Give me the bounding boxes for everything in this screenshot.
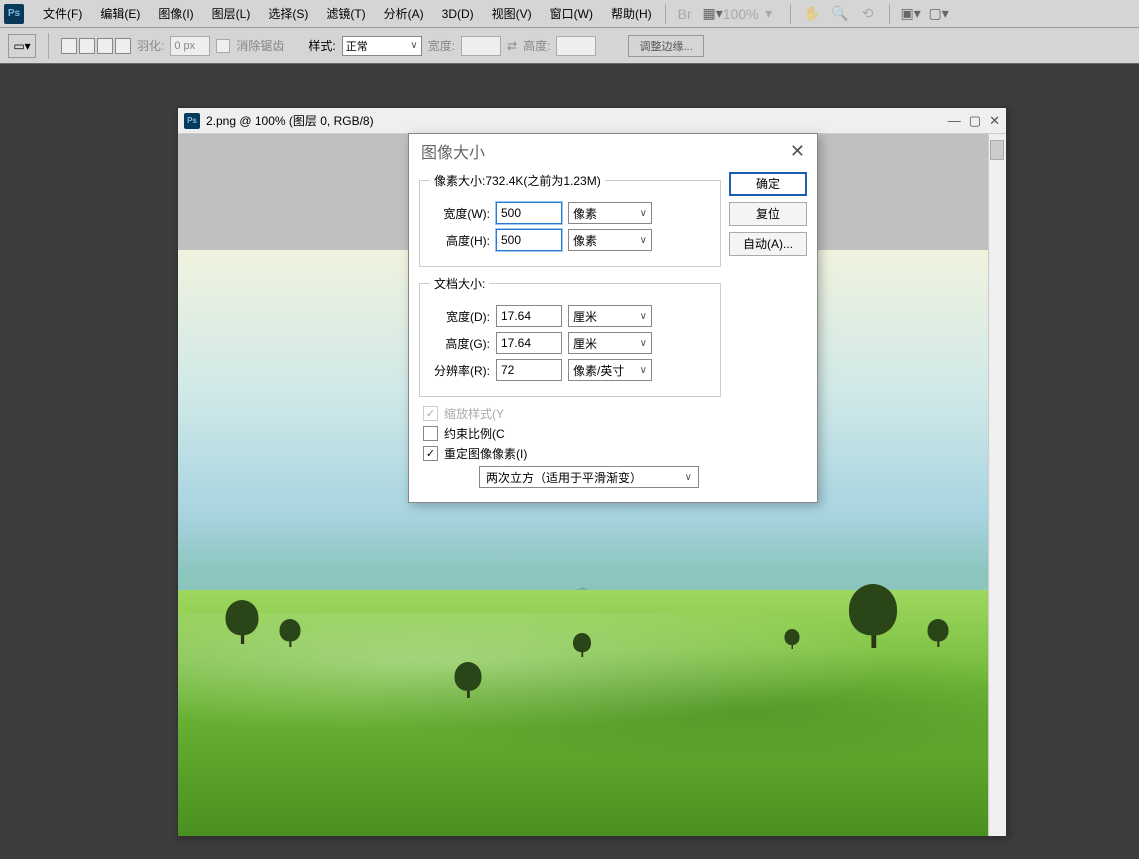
menu-analysis[interactable]: 分析(A) <box>375 5 433 22</box>
doc-height-label: 高度(G): <box>430 335 490 352</box>
doc-width-unit-select[interactable]: 厘米∨ <box>568 305 652 327</box>
height-input <box>556 36 596 56</box>
selection-subtract-icon[interactable] <box>97 38 113 54</box>
pixel-dimensions-group: 像素大小:732.4K(之前为1.23M) 宽度(W): 像素∨ 高度(H): … <box>419 172 721 267</box>
resolution-label: 分辨率(R): <box>430 362 490 379</box>
bridge-icon[interactable]: Br <box>674 4 696 24</box>
height-label: 高度: <box>523 37 550 54</box>
style-label: 样式: <box>308 37 335 54</box>
menu-view[interactable]: 视图(V) <box>483 5 541 22</box>
doc-width-label: 宽度(D): <box>430 308 490 325</box>
menu-layer[interactable]: 图层(L) <box>203 5 260 22</box>
screenmode2-icon[interactable]: ▢▾ <box>928 4 950 24</box>
menu-image[interactable]: 图像(I) <box>149 5 202 22</box>
selection-new-icon[interactable] <box>61 38 77 54</box>
scroll-thumb[interactable] <box>990 140 1004 160</box>
document-title: 2.png @ 100% (图层 0, RGB/8) <box>206 112 374 129</box>
selection-add-icon[interactable] <box>79 38 95 54</box>
doc-height-input[interactable] <box>496 332 562 354</box>
menu-filter[interactable]: 滤镜(T) <box>317 5 374 22</box>
vertical-scrollbar[interactable] <box>988 134 1006 836</box>
marquee-tool-icon[interactable]: ▭▾ <box>8 34 36 58</box>
menu-select[interactable]: 选择(S) <box>259 5 317 22</box>
scale-styles-checkbox: ✓ <box>423 406 438 421</box>
zoom-label: 100% <box>730 4 752 24</box>
constrain-proportions-checkbox[interactable] <box>423 426 438 441</box>
hand-icon[interactable]: ✋ <box>801 4 823 24</box>
document-size-group: 文档大小: 宽度(D): 厘米∨ 高度(G): 厘米∨ 分辨率(R): 像素/英… <box>419 275 721 397</box>
feather-label: 羽化: <box>137 37 164 54</box>
antialias-checkbox <box>216 39 230 53</box>
auto-button[interactable]: 自动(A)... <box>729 232 807 256</box>
document-titlebar[interactable]: Ps 2.png @ 100% (图层 0, RGB/8) — ▢ ✕ <box>178 108 1006 134</box>
antialias-label: 消除锯齿 <box>236 37 284 54</box>
image-size-dialog: 图像大小 ✕ 像素大小:732.4K(之前为1.23M) 宽度(W): 像素∨ … <box>408 133 818 503</box>
rotate-icon[interactable]: ⟲ <box>857 4 879 24</box>
document-size-legend: 文档大小: <box>430 275 489 292</box>
doc-width-input[interactable] <box>496 305 562 327</box>
screenmode-icon[interactable]: ▣▾ <box>900 4 922 24</box>
px-width-input[interactable] <box>496 202 562 224</box>
resample-method-select[interactable]: 两次立方（适用于平滑渐变）∨ <box>479 466 699 488</box>
zoom-icon[interactable]: 🔍 <box>829 4 851 24</box>
minimize-icon[interactable]: — <box>948 113 961 129</box>
constrain-proportions-label: 约束比例(C <box>444 425 505 442</box>
px-width-unit-select[interactable]: 像素∨ <box>568 202 652 224</box>
px-width-label: 宽度(W): <box>430 205 490 222</box>
options-bar: ▭▾ 羽化: 消除锯齿 样式: 正常∨ 宽度: ⇄ 高度: 调整边缘... <box>0 28 1139 64</box>
menubar: Ps 文件(F) 编辑(E) 图像(I) 图层(L) 选择(S) 滤镜(T) 分… <box>0 0 1139 28</box>
arrange-icon[interactable]: ▦▾ <box>702 4 724 24</box>
ok-button[interactable]: 确定 <box>729 172 807 196</box>
width-label: 宽度: <box>428 37 455 54</box>
refine-edge-button[interactable]: 调整边缘... <box>628 35 703 57</box>
resolution-unit-select[interactable]: 像素/英寸∨ <box>568 359 652 381</box>
ps-logo-icon: Ps <box>4 4 24 24</box>
selection-intersect-icon[interactable] <box>115 38 131 54</box>
menu-3d[interactable]: 3D(D) <box>433 7 483 21</box>
menu-window[interactable]: 窗口(W) <box>541 5 602 22</box>
dialog-titlebar[interactable]: 图像大小 ✕ <box>409 134 817 168</box>
separator <box>665 4 666 24</box>
px-height-label: 高度(H): <box>430 232 490 249</box>
doc-height-unit-select[interactable]: 厘米∨ <box>568 332 652 354</box>
close-icon[interactable]: ✕ <box>790 141 805 162</box>
px-height-input[interactable] <box>496 229 562 251</box>
resample-checkbox[interactable]: ✓ <box>423 446 438 461</box>
swap-icon: ⇄ <box>507 39 517 53</box>
feather-input[interactable] <box>170 36 210 56</box>
maximize-icon[interactable]: ▢ <box>969 113 981 129</box>
selection-mode-group <box>61 38 131 54</box>
resolution-input[interactable] <box>496 359 562 381</box>
dialog-title: 图像大小 <box>421 139 485 163</box>
chevron-down-icon: ▾ <box>758 4 780 24</box>
scale-styles-label: 缩放样式(Y <box>444 405 504 422</box>
close-icon[interactable]: ✕ <box>989 113 1000 129</box>
menu-help[interactable]: 帮助(H) <box>602 5 661 22</box>
width-input <box>461 36 501 56</box>
separator <box>48 33 49 59</box>
menu-edit[interactable]: 编辑(E) <box>91 5 149 22</box>
px-height-unit-select[interactable]: 像素∨ <box>568 229 652 251</box>
pixel-dimensions-legend: 像素大小:732.4K(之前为1.23M) <box>430 172 605 189</box>
menu-file[interactable]: 文件(F) <box>34 5 91 22</box>
resample-label: 重定图像像素(I) <box>444 445 527 462</box>
separator <box>889 4 890 24</box>
separator <box>790 4 791 24</box>
reset-button[interactable]: 复位 <box>729 202 807 226</box>
ps-doc-icon: Ps <box>184 113 200 129</box>
style-select[interactable]: 正常∨ <box>342 36 422 56</box>
